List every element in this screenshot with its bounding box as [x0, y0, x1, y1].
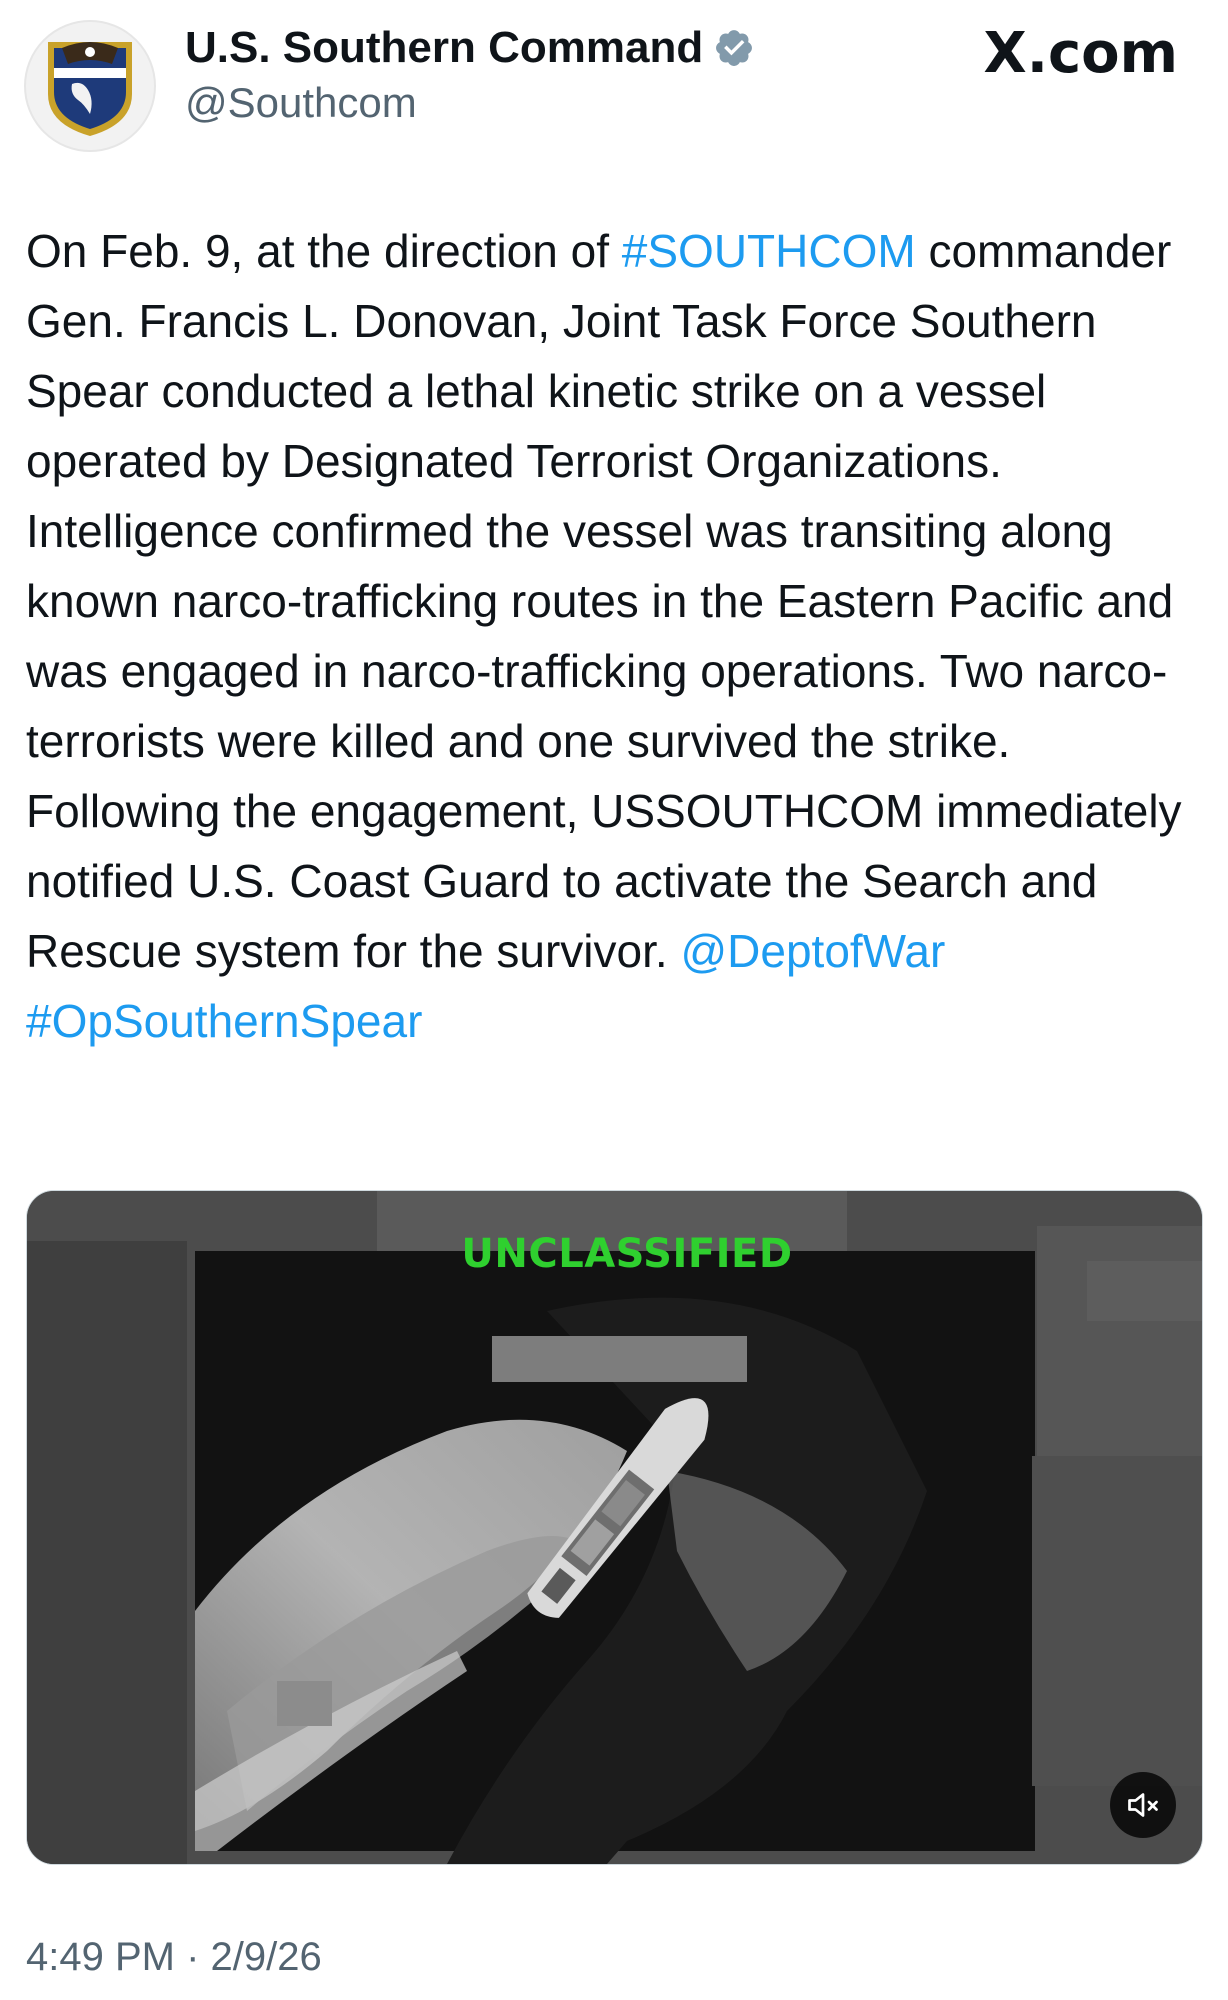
hashtag-southcom-link[interactable]: #SOUTHCOM [622, 225, 916, 277]
author-display-name[interactable]: U.S. Southern Command [185, 20, 703, 76]
author-handle[interactable]: @Southcom [185, 78, 417, 128]
classification-label: UNCLASSIFIED [461, 1231, 793, 1277]
avatar[interactable] [24, 20, 156, 152]
hashtag-opsouthernspear-link[interactable]: #OpSouthernSpear [26, 995, 422, 1047]
site-label-text: X.com [983, 21, 1178, 86]
verified-badge-icon [716, 30, 753, 66]
tweet-video[interactable]: UNCLASSIFIED [26, 1190, 1203, 1865]
tweet-text-body: commander Gen. Francis L. Donovan, Joint… [26, 225, 1195, 977]
tweet-text: On Feb. 9, at the direction of #SOUTHCOM… [26, 216, 1206, 1056]
site-label: X.com [984, 24, 1178, 84]
video-frame-thermal-image [27, 1191, 1202, 1864]
southcom-seal-icon [48, 42, 132, 136]
tweet-timestamp[interactable]: 4:49 PM · 2/9/26 [26, 1932, 322, 1982]
mention-deptofwar-link[interactable]: @DeptofWar [680, 925, 945, 977]
mute-button[interactable] [1110, 1772, 1176, 1838]
tweet-text-intro: On Feb. 9, at the direction of [26, 225, 622, 277]
author-name-row[interactable]: U.S. Southern Command [185, 20, 755, 76]
mute-speaker-icon [1128, 1793, 1158, 1817]
